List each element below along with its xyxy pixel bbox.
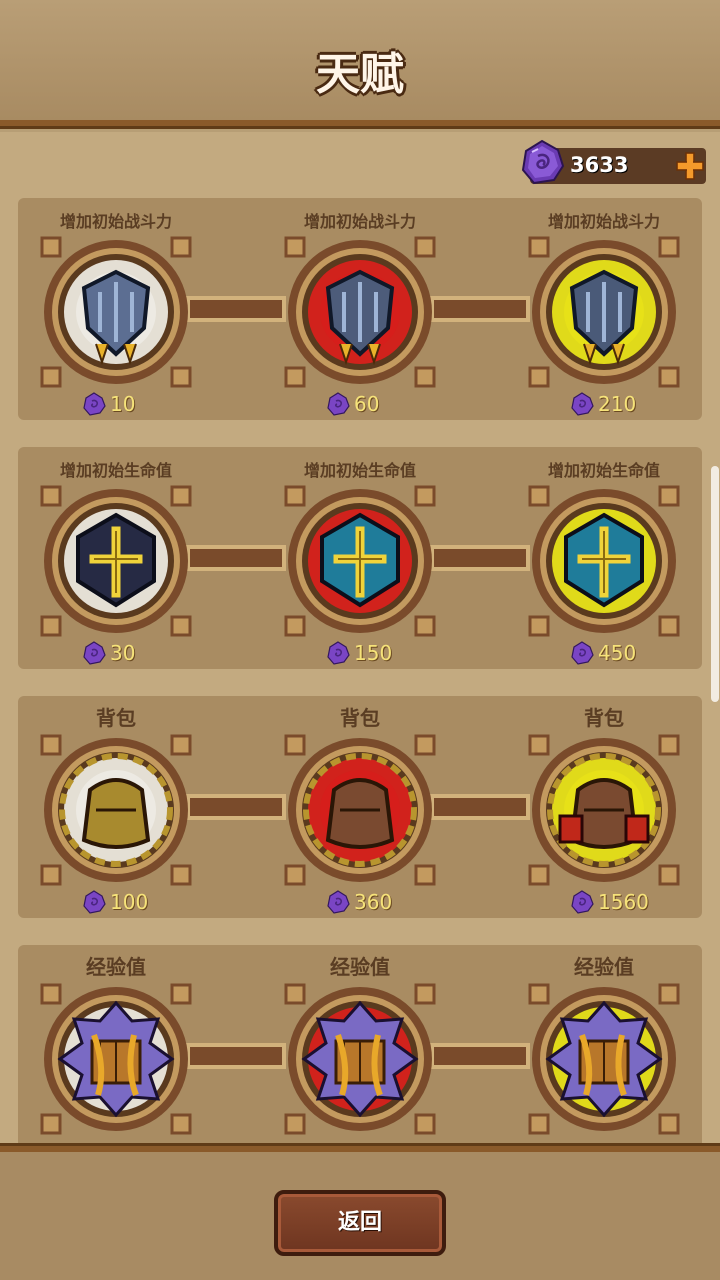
purple-gem-icon [571,890,594,914]
talent-name: 增加初始生命值 [303,461,416,480]
talent-row: 增加初始战斗力 10 增加初始战斗力 60 增加初始战斗力 210 [18,198,702,420]
talent-node[interactable]: 增加初始战斗力 60 [260,198,460,420]
purple-gem-icon [521,139,565,185]
backpack-icon[interactable] [524,730,684,890]
talent-node[interactable]: 背包 1560 [504,696,704,918]
purple-gem-icon [83,890,106,914]
talent-cost-value: 10 [110,392,136,416]
shield-icon[interactable] [524,232,684,392]
cross-emblem-icon[interactable] [36,481,196,641]
purple-gem-icon [83,641,106,665]
purple-gem-icon [571,392,594,416]
talent-cost-value: 150 [354,641,393,665]
plus-icon[interactable] [676,152,704,180]
talent-cost-value: 60 [354,392,380,416]
scrollbar[interactable] [711,466,719,702]
purple-gem-icon [571,641,594,665]
book-icon[interactable] [36,979,196,1139]
talent-node[interactable]: 增加初始生命值 450 [504,447,704,669]
talent-node[interactable]: 增加初始生命值 30 [16,447,216,669]
currency-amount: 3633 [570,153,629,177]
talent-node[interactable]: 背包 100 [16,696,216,918]
talent-node[interactable]: 背包 360 [260,696,460,918]
talent-name: 增加初始战斗力 [303,212,416,231]
talent-cost-value: 450 [598,641,637,665]
talent-row: 背包 100 背包 360 背包 1560 [18,696,702,918]
talent-cost-value: 30 [110,641,136,665]
talent-name: 经验值 [574,955,634,979]
talent-node[interactable]: 增加初始战斗力 210 [504,198,704,420]
talent-row: 经验值 经验值 经验值 [18,945,702,1167]
talent-node[interactable]: 增加初始战斗力 10 [16,198,216,420]
talent-name: 背包 [340,706,380,730]
purple-gem-icon [327,392,350,416]
talent-name: 背包 [584,706,624,730]
talent-node[interactable]: 经验值 [260,945,460,1167]
talent-cost-value: 360 [354,890,393,914]
purple-gem-icon [83,392,106,416]
book-icon[interactable] [280,979,440,1139]
cross-emblem-icon[interactable] [524,481,684,641]
book-icon[interactable] [524,979,684,1139]
talent-name: 增加初始战斗力 [59,212,172,231]
backpack-icon[interactable] [280,730,440,890]
talent-name: 背包 [96,706,136,730]
talent-node[interactable]: 经验值 [16,945,216,1167]
backpack-icon[interactable] [36,730,196,890]
shield-icon[interactable] [36,232,196,392]
purple-gem-icon [327,641,350,665]
talent-name: 经验值 [86,955,146,979]
purple-gem-icon [327,890,350,914]
shield-icon[interactable] [280,232,440,392]
talent-name: 增加初始生命值 [547,461,660,480]
back-button[interactable]: 返回 [274,1190,446,1256]
talent-cost-value: 100 [110,890,149,914]
talent-node[interactable]: 增加初始生命值 150 [260,447,460,669]
talent-cost-value: 1560 [598,890,649,914]
talent-name: 增加初始生命值 [59,461,172,480]
talent-row: 增加初始生命值 30 增加初始生命值 150 增加初始生命值 450 [18,447,702,669]
talent-name: 增加初始战斗力 [547,212,660,231]
talent-name: 经验值 [330,955,390,979]
page-title: 天赋 [316,49,404,100]
cross-emblem-icon[interactable] [280,481,440,641]
talent-node[interactable]: 经验值 [504,945,704,1167]
talent-cost-value: 210 [598,392,637,416]
